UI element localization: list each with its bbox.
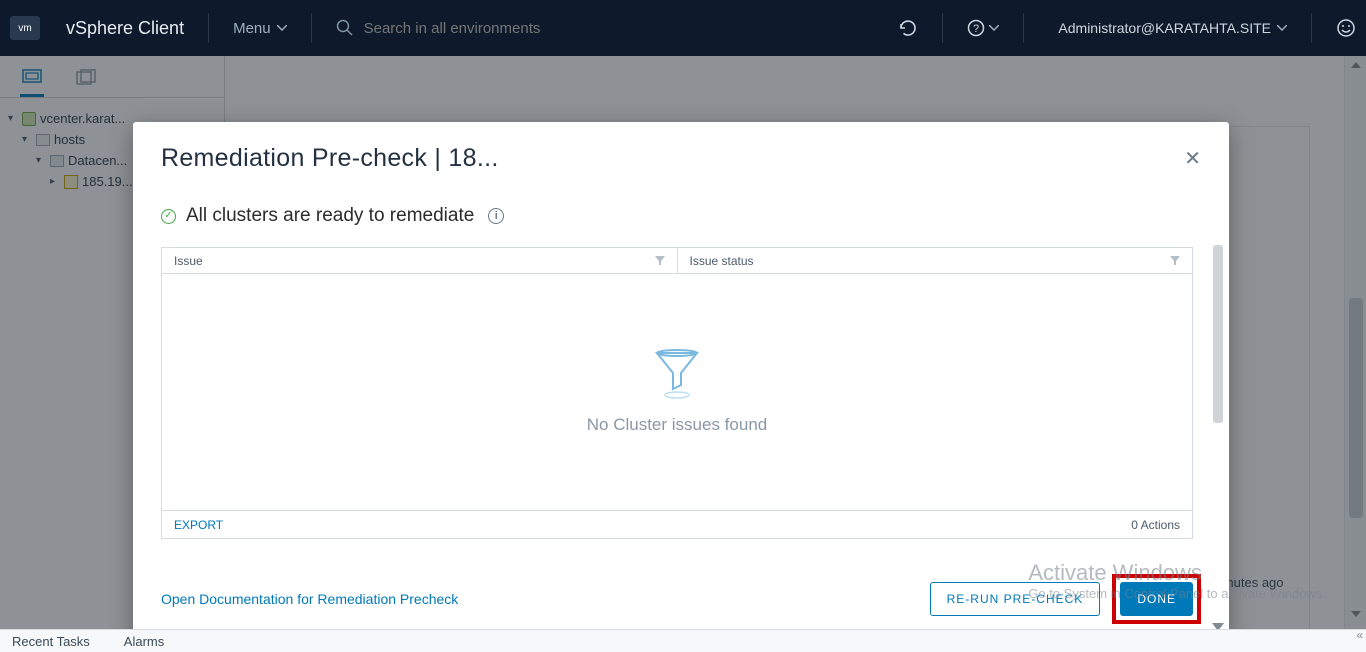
search-input[interactable]	[364, 20, 614, 37]
modal-title: Remediation Pre-check | 18...	[161, 144, 499, 173]
alarms-tab[interactable]: Alarms	[124, 634, 164, 649]
menu-dropdown[interactable]: Menu	[233, 20, 287, 37]
column-status-label: Issue status	[690, 254, 754, 268]
modal-body: All clusters are ready to remediate i Is…	[133, 187, 1229, 558]
info-icon[interactable]: i	[488, 208, 504, 224]
done-button[interactable]: DONE	[1120, 582, 1193, 616]
search-icon	[336, 19, 354, 37]
menu-label: Menu	[233, 20, 271, 37]
status-text: All clusters are ready to remediate	[186, 205, 474, 227]
top-bar: vm vSphere Client Menu ? Administrator@K…	[0, 0, 1366, 56]
vmware-logo: vm	[10, 16, 40, 40]
divider	[942, 13, 943, 43]
close-button[interactable]: ✕	[1184, 146, 1201, 171]
divider	[208, 13, 209, 43]
remediation-precheck-modal: Remediation Pre-check | 18... ✕ All clus…	[133, 122, 1229, 642]
filter-icon[interactable]	[655, 256, 665, 266]
actions-count: 0 Actions	[1131, 518, 1180, 532]
export-button[interactable]: EXPORT	[174, 518, 223, 532]
column-issue-status[interactable]: Issue status	[678, 248, 1193, 273]
funnel-icon	[653, 349, 701, 401]
grid-empty-text: No Cluster issues found	[587, 415, 767, 435]
user-menu[interactable]: Administrator@KARATAHTA.SITE	[1058, 20, 1287, 36]
chevron-down-icon	[277, 25, 287, 31]
global-search[interactable]	[336, 19, 614, 37]
modal-scrollbar[interactable]	[1213, 245, 1223, 625]
expand-handle-icon[interactable]: «	[1356, 628, 1360, 642]
divider	[1023, 13, 1024, 43]
modal-header: Remediation Pre-check | 18... ✕	[133, 122, 1229, 187]
column-issue-label: Issue	[174, 254, 203, 268]
status-row: All clusters are ready to remediate i	[161, 205, 1201, 227]
recent-tasks-tab[interactable]: Recent Tasks	[12, 634, 90, 649]
help-icon[interactable]: ?	[967, 18, 999, 38]
documentation-link[interactable]: Open Documentation for Remediation Prech…	[161, 591, 458, 607]
app-title: vSphere Client	[66, 18, 184, 39]
success-icon	[161, 209, 176, 224]
chevron-down-icon	[1277, 25, 1287, 31]
rerun-precheck-button[interactable]: RE-RUN PRE-CHECK	[930, 582, 1101, 616]
grid-body: No Cluster issues found	[162, 274, 1192, 510]
svg-text:?: ?	[973, 23, 979, 35]
divider	[1311, 13, 1312, 43]
scroll-thumb[interactable]	[1213, 245, 1223, 423]
grid-footer: EXPORT 0 Actions	[162, 510, 1192, 538]
smile-icon[interactable]	[1336, 18, 1356, 38]
user-label: Administrator@KARATAHTA.SITE	[1058, 20, 1271, 36]
refresh-icon[interactable]	[898, 18, 918, 38]
filter-icon[interactable]	[1170, 256, 1180, 266]
column-issue[interactable]: Issue	[162, 248, 678, 273]
divider	[311, 13, 312, 43]
grid-header: Issue Issue status	[162, 248, 1192, 274]
bottom-bar[interactable]: Recent Tasks Alarms «	[0, 629, 1366, 652]
highlight-box: DONE	[1112, 574, 1201, 624]
issues-grid: Issue Issue status	[161, 247, 1193, 539]
